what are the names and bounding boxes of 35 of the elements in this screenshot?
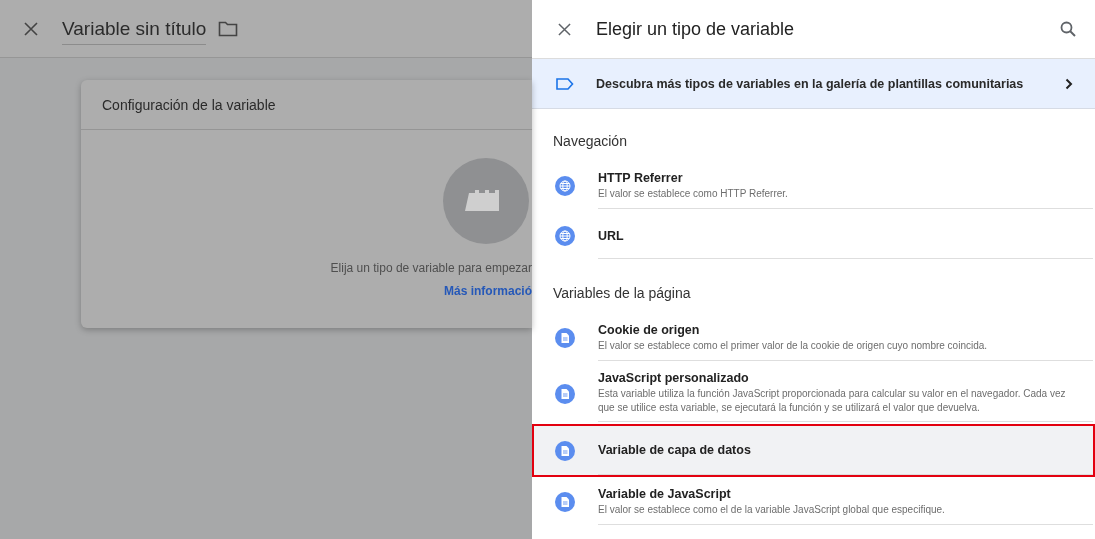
item-name: JavaScript personalizado: [598, 371, 750, 385]
globe-icon: [555, 226, 575, 246]
variable-type-item[interactable]: Cookie de origen El valor se establece como el primer valor de la cookie de origen cuyo nombre coincida.: [532, 313, 1095, 363]
document-icon: [555, 383, 575, 404]
item-name: Variable de JavaScript: [598, 486, 732, 501]
variable-type-item[interactable]: Variable de JavaScript El valor se establece como el de la variable JavaScript global que especifique.: [532, 477, 1095, 527]
empty-state-text: Elija un tipo de variable para empezar: [330, 261, 532, 275]
item-name: HTTP Referrer: [598, 170, 684, 185]
variable-type-item[interactable]: URL: [532, 211, 1095, 261]
globe-icon: [555, 176, 575, 196]
card-title: Configuración de la variable: [81, 80, 532, 130]
item-description: El valor se establece como el primer valor de la cookie de origen cuyo nombre coincida.: [598, 338, 989, 353]
variable-name-field[interactable]: Variable sin título: [62, 12, 207, 45]
item-name: URL: [598, 228, 625, 243]
item-description: Esta variable utiliza la función JavaScript proporcionada para calcular su valor en el navegador. Cada vez que se utilice esta variable, se ejecutará la función y se utilizará el valor que devuelva.: [598, 387, 1067, 415]
document-icon: [555, 328, 575, 348]
document-icon: [555, 492, 575, 512]
document-icon: [555, 440, 575, 461]
panel-title: Elegir un tipo de variable: [596, 18, 796, 40]
folder-icon[interactable]: [218, 20, 239, 37]
gallery-banner[interactable]: Descubra más tipos de variables en la galería de plantillas comunitarias: [532, 59, 1095, 109]
item-description: El valor se establece como el de la variable JavaScript global que especifique.: [598, 502, 946, 517]
item-name: Variable de capa de datos: [598, 443, 752, 457]
section-heading: Variables de la página: [552, 284, 692, 303]
variable-type-item[interactable]: HTTP Referrer El valor se establece como HTTP Referrer.: [532, 161, 1095, 211]
close-icon[interactable]: [558, 22, 571, 36]
close-icon[interactable]: [24, 21, 38, 36]
item-name: Cookie de origen: [598, 322, 701, 337]
chevron-right-icon: [1065, 77, 1073, 90]
item-description: El valor se establece como HTTP Referrer.: [598, 186, 789, 201]
block-icon: [443, 158, 529, 244]
tag-icon: [556, 77, 574, 90]
variable-type-item[interactable]: Variable de capa de datos: [532, 424, 1095, 477]
search-icon[interactable]: [1060, 21, 1076, 37]
section-heading: Navegación: [552, 132, 628, 151]
